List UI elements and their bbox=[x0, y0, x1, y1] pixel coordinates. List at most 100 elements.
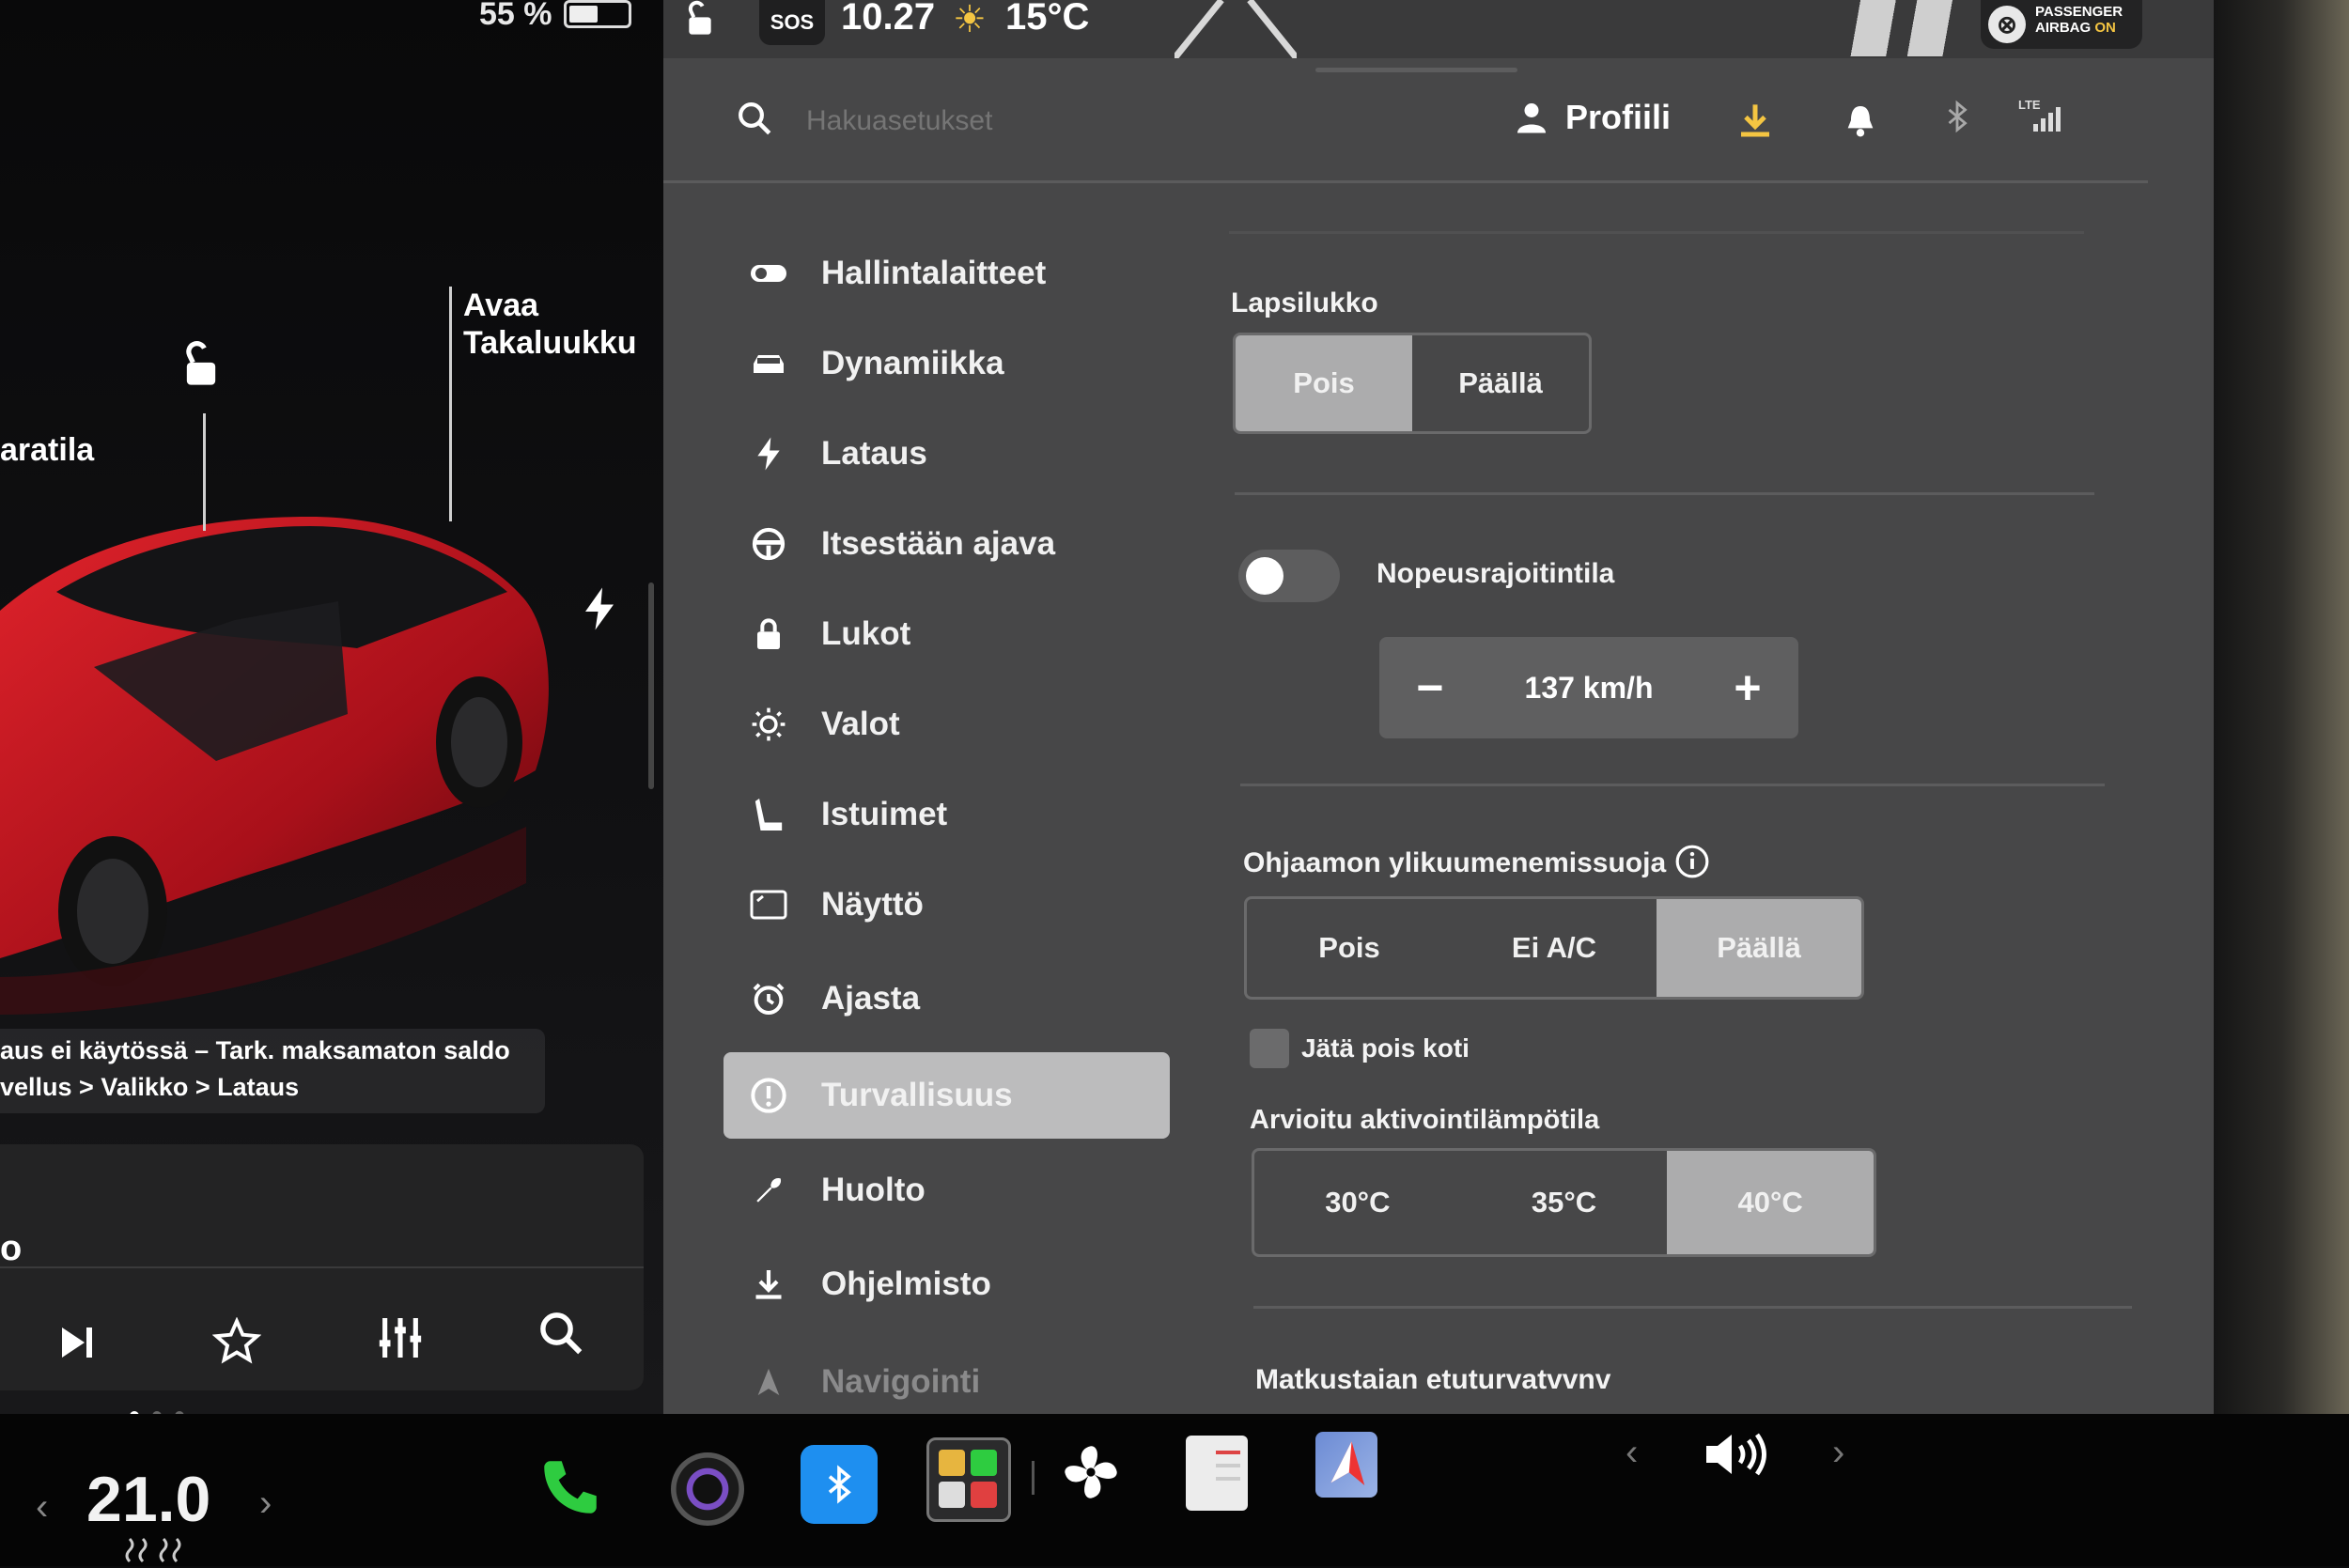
temp-decrease-chevron-icon[interactable]: ‹ bbox=[36, 1486, 48, 1529]
menu-item-naytto[interactable]: Näyttö bbox=[723, 864, 1170, 945]
passenger-airbag-indicator: ⊗ PASSENGER AIRBAG ON bbox=[1981, 0, 2142, 49]
menu-label: Itsestään ajava bbox=[821, 525, 1056, 562]
next-track-icon[interactable] bbox=[54, 1320, 100, 1370]
search-icon[interactable] bbox=[735, 99, 774, 143]
alert-circle-icon bbox=[744, 1077, 793, 1114]
menu-item-lataus[interactable]: Lataus bbox=[723, 413, 1170, 494]
navigation-app-icon[interactable] bbox=[1315, 1432, 1377, 1498]
cabin-overheat-selector[interactable]: Pois Ei A/C Päällä bbox=[1244, 896, 1864, 1000]
menu-label: Valot bbox=[821, 706, 900, 742]
media-title: o bbox=[0, 1229, 23, 1268]
car-image[interactable] bbox=[0, 489, 658, 1015]
cabin-temperature[interactable]: 21.0 bbox=[86, 1463, 210, 1536]
menu-item-turvallisuus[interactable]: Turvallisuus bbox=[723, 1052, 1170, 1139]
equalizer-icon[interactable] bbox=[374, 1312, 427, 1369]
toggle-icon bbox=[744, 262, 793, 285]
menu-label: Lukot bbox=[821, 615, 911, 652]
exclude-home-checkbox[interactable] bbox=[1250, 1029, 1289, 1068]
menu-item-ohjelmisto[interactable]: Ohjelmisto bbox=[723, 1244, 1170, 1325]
speed-limit-value: 137 km/h bbox=[1524, 670, 1654, 705]
seat-heater-icon[interactable] bbox=[122, 1535, 188, 1568]
notice-box[interactable]: aus ei käytössä – Tark. maksamaton saldo… bbox=[0, 1029, 545, 1113]
battery-icon[interactable] bbox=[564, 0, 631, 28]
menu-item-navigointi[interactable]: Navigointi bbox=[723, 1342, 1170, 1422]
menu-item-istuimet[interactable]: Istuimet bbox=[723, 774, 1170, 855]
menu-item-lukot[interactable]: Lukot bbox=[723, 594, 1170, 675]
volume-icon[interactable] bbox=[1701, 1424, 1768, 1489]
speed-limit-stepper[interactable]: − 137 km/h + bbox=[1379, 637, 1798, 738]
menu-item-itsestaan-ajava[interactable]: Itsestään ajava bbox=[723, 504, 1170, 584]
sun-icon: ☀ bbox=[953, 0, 987, 40]
navigation-icon bbox=[744, 1365, 793, 1399]
sos-button[interactable]: SOS bbox=[759, 0, 825, 45]
info-icon[interactable] bbox=[1674, 844, 1710, 884]
unlock-icon[interactable] bbox=[177, 340, 226, 394]
menu-item-ajasta[interactable]: Ajasta bbox=[723, 958, 1170, 1039]
lock-status-icon[interactable] bbox=[681, 0, 719, 44]
menu-label: Ohjelmisto bbox=[821, 1265, 991, 1302]
battery-percentage[interactable]: 55 % bbox=[479, 0, 552, 33]
menu-item-huolto[interactable]: Huolto bbox=[723, 1150, 1170, 1231]
bluetooth-icon[interactable] bbox=[1941, 98, 1973, 144]
temp-40-option[interactable]: 40°C bbox=[1667, 1151, 1874, 1254]
exclude-home-label: Jätä pois koti bbox=[1301, 1033, 1470, 1063]
seat-icon bbox=[744, 796, 793, 833]
fan-icon[interactable] bbox=[1056, 1437, 1126, 1512]
activation-temp-selector[interactable]: 30°C 35°C 40°C bbox=[1252, 1148, 1876, 1257]
volume-right-chevron-icon[interactable]: › bbox=[1832, 1432, 1844, 1474]
download-icon bbox=[744, 1266, 793, 1302]
decrease-button[interactable]: − bbox=[1402, 660, 1458, 715]
media-search-icon[interactable] bbox=[536, 1308, 586, 1363]
volume-left-chevron-icon[interactable]: ‹ bbox=[1626, 1432, 1638, 1474]
menu-label: Turvallisuus bbox=[821, 1077, 1013, 1113]
overheat-no-ac-option[interactable]: Ei A/C bbox=[1452, 899, 1657, 997]
profile-button[interactable]: Profiili bbox=[1515, 98, 1671, 137]
alarm-icon bbox=[744, 980, 793, 1017]
mode-label[interactable]: aratila bbox=[0, 432, 94, 469]
clock: 10.27 bbox=[841, 0, 936, 38]
temp-35-option[interactable]: 35°C bbox=[1461, 1151, 1668, 1254]
menu-item-valot[interactable]: Valot bbox=[723, 684, 1170, 765]
child-lock-off-option[interactable]: Pois bbox=[1236, 335, 1412, 431]
notification-bell-icon[interactable] bbox=[1842, 101, 1879, 144]
temp-increase-chevron-icon[interactable]: › bbox=[259, 1483, 272, 1525]
next-section-title: Matkustaian etuturvatvvnv bbox=[1255, 1364, 1611, 1395]
speed-limit-toggle[interactable] bbox=[1238, 550, 1340, 602]
phone-icon[interactable] bbox=[536, 1452, 605, 1527]
bluetooth-app-icon[interactable] bbox=[801, 1445, 878, 1524]
menu-label: Huolto bbox=[821, 1172, 926, 1208]
notes-icon[interactable] bbox=[1186, 1436, 1248, 1511]
profile-label: Profiili bbox=[1565, 98, 1672, 136]
road-graphic bbox=[1172, 0, 1299, 63]
charge-port-icon[interactable] bbox=[583, 587, 616, 635]
increase-button[interactable]: + bbox=[1719, 660, 1776, 715]
temp-30-option[interactable]: 30°C bbox=[1254, 1151, 1461, 1254]
overheat-off-option[interactable]: Pois bbox=[1247, 899, 1452, 997]
header-divider bbox=[663, 180, 2148, 183]
bolt-icon bbox=[744, 436, 793, 472]
menu-label: Istuimet bbox=[821, 796, 948, 832]
menu-label: Lataus bbox=[821, 435, 927, 472]
speed-limit-title: Nopeusrajoitintila bbox=[1377, 558, 1615, 589]
notice-line2: vellus > Valikko > Lataus bbox=[0, 1073, 300, 1101]
menu-item-dynamiikka[interactable]: Dynamiikka bbox=[723, 323, 1170, 404]
open-trunk-label[interactable]: Avaa Takaluukku bbox=[463, 287, 637, 362]
settings-search-input[interactable] bbox=[804, 101, 1466, 141]
favorite-icon[interactable] bbox=[211, 1316, 262, 1371]
menu-label: Navigointi bbox=[821, 1363, 981, 1400]
camera-icon[interactable] bbox=[671, 1452, 744, 1526]
scrollbar[interactable] bbox=[648, 582, 654, 789]
child-lock-on-option[interactable]: Päällä bbox=[1412, 335, 1589, 431]
child-lock-selector[interactable]: Pois Päällä bbox=[1233, 333, 1592, 434]
steering-wheel-icon bbox=[744, 526, 793, 562]
drag-handle[interactable] bbox=[1315, 68, 1517, 72]
section-divider bbox=[1235, 492, 2094, 495]
overheat-on-option[interactable]: Päällä bbox=[1657, 899, 1861, 997]
screen-bezel bbox=[2214, 0, 2349, 1419]
menu-item-hallintalaitteet[interactable]: Hallintalaitteet bbox=[723, 233, 1170, 314]
section-divider bbox=[1240, 784, 2105, 786]
car-icon bbox=[744, 350, 793, 377]
app-launcher-icon[interactable] bbox=[926, 1437, 1011, 1522]
menu-label: Hallintalaitteet bbox=[821, 255, 1047, 291]
download-icon[interactable] bbox=[1736, 101, 1774, 147]
